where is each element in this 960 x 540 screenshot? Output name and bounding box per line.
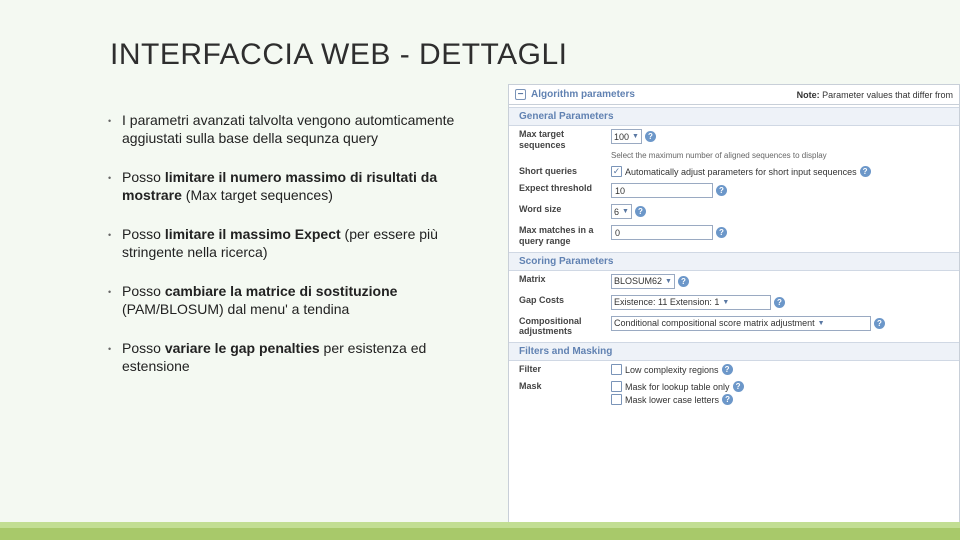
chevron-down-icon: ▼ bbox=[665, 278, 672, 285]
help-icon[interactable]: ? bbox=[635, 206, 646, 217]
section-scoring-parameters: Scoring Parameters bbox=[509, 252, 959, 271]
help-icon[interactable]: ? bbox=[874, 318, 885, 329]
collapse-icon[interactable]: − bbox=[515, 89, 526, 100]
label-mask: Mask bbox=[519, 381, 611, 392]
panel-header-label: Algorithm parameters bbox=[531, 89, 635, 100]
max-matches-input[interactable]: 0 bbox=[611, 225, 713, 240]
help-icon[interactable]: ? bbox=[645, 131, 656, 142]
help-icon[interactable]: ? bbox=[774, 297, 785, 308]
chevron-down-icon: ▼ bbox=[818, 320, 825, 327]
chevron-down-icon: ▼ bbox=[632, 133, 639, 140]
short-queries-checkbox[interactable]: ✓ bbox=[611, 166, 622, 177]
list-item: • Posso variare le gap penalties per esi… bbox=[108, 340, 468, 375]
help-icon[interactable]: ? bbox=[722, 394, 733, 405]
help-icon[interactable]: ? bbox=[733, 381, 744, 392]
bullet-text: Posso limitare il massimo Expect (per es… bbox=[122, 226, 468, 261]
help-icon[interactable]: ? bbox=[716, 227, 727, 238]
bullet-text: Posso cambiare la matrice di sostituzion… bbox=[122, 283, 468, 318]
label-gap-costs: Gap Costs bbox=[519, 295, 611, 306]
label-word-size: Word size bbox=[519, 204, 611, 215]
label-filter: Filter bbox=[519, 364, 611, 375]
mask-lowercase-text: Mask lower case letters bbox=[625, 395, 719, 405]
footer-accent bbox=[0, 528, 960, 540]
help-icon[interactable]: ? bbox=[722, 364, 733, 375]
bullet-dot-icon: • bbox=[108, 112, 122, 147]
max-target-subtext: Select the maximum number of aligned seq… bbox=[611, 151, 827, 160]
bullet-text: I parametri avanzati talvolta vengono au… bbox=[122, 112, 468, 147]
bullet-dot-icon: • bbox=[108, 226, 122, 261]
section-general-parameters: General Parameters bbox=[509, 107, 959, 126]
chevron-down-icon: ▼ bbox=[722, 299, 729, 306]
low-complexity-checkbox[interactable] bbox=[611, 364, 622, 375]
list-item: • I parametri avanzati talvolta vengono … bbox=[108, 112, 468, 147]
mask-lookup-checkbox[interactable] bbox=[611, 381, 622, 392]
bullet-text: Posso variare le gap penalties per esist… bbox=[122, 340, 468, 375]
bullet-dot-icon: • bbox=[108, 340, 122, 375]
compositional-select[interactable]: Conditional compositional score matrix a… bbox=[611, 316, 871, 331]
short-queries-text: Automatically adjust parameters for shor… bbox=[625, 167, 857, 177]
bullet-text: Posso limitare il numero massimo di risu… bbox=[122, 169, 468, 204]
list-item: • Posso cambiare la matrice di sostituzi… bbox=[108, 283, 468, 318]
list-item: • Posso limitare il massimo Expect (per … bbox=[108, 226, 468, 261]
slide-title: INTERFACCIA WEB - DETTAGLI bbox=[110, 38, 568, 72]
list-item: • Posso limitare il numero massimo di ri… bbox=[108, 169, 468, 204]
low-complexity-text: Low complexity regions bbox=[625, 365, 719, 375]
chevron-down-icon: ▼ bbox=[622, 208, 629, 215]
label-matrix: Matrix bbox=[519, 274, 611, 285]
blast-parameters-panel: − Algorithm parameters Note: Parameter v… bbox=[508, 84, 960, 524]
help-icon[interactable]: ? bbox=[716, 185, 727, 196]
panel-note: Note: Parameter values that differ from bbox=[797, 90, 953, 100]
expect-input[interactable]: 10 bbox=[611, 183, 713, 198]
mask-lookup-text: Mask for lookup table only bbox=[625, 382, 730, 392]
help-icon[interactable]: ? bbox=[860, 166, 871, 177]
panel-header: − Algorithm parameters Note: Parameter v… bbox=[509, 85, 959, 105]
label-short-queries: Short queries bbox=[519, 166, 611, 177]
label-max-target: Max target sequences bbox=[519, 129, 611, 151]
mask-lowercase-checkbox[interactable] bbox=[611, 394, 622, 405]
bullet-dot-icon: • bbox=[108, 169, 122, 204]
gap-costs-select[interactable]: Existence: 11 Extension: 1▼ bbox=[611, 295, 771, 310]
help-icon[interactable]: ? bbox=[678, 276, 689, 287]
matrix-select[interactable]: BLOSUM62▼ bbox=[611, 274, 675, 289]
max-target-select[interactable]: 100▼ bbox=[611, 129, 642, 144]
label-compositional: Compositional adjustments bbox=[519, 316, 611, 338]
bullet-dot-icon: • bbox=[108, 283, 122, 318]
section-filters-masking: Filters and Masking bbox=[509, 342, 959, 361]
word-size-select[interactable]: 6▼ bbox=[611, 204, 632, 219]
bullet-list: • I parametri avanzati talvolta vengono … bbox=[108, 112, 468, 397]
label-expect: Expect threshold bbox=[519, 183, 611, 194]
label-max-matches: Max matches in a query range bbox=[519, 225, 611, 247]
